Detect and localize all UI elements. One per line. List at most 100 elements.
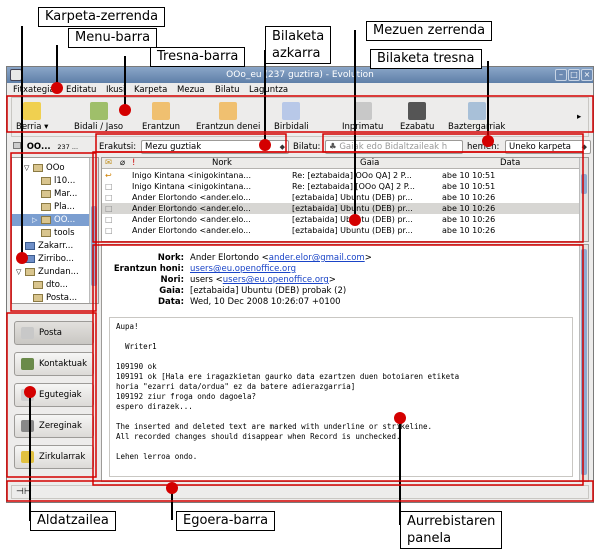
printer-icon (353, 102, 372, 120)
attachment-column-icon[interactable]: ⌀ (120, 158, 125, 169)
to-email-link[interactable]: users@eu.openoffice.org (223, 275, 329, 285)
menu-folder[interactable]: Karpeta (134, 84, 167, 96)
folder-icon (41, 228, 51, 237)
scrollbar-thumb[interactable] (91, 206, 97, 286)
folder-tree-item[interactable]: Posta... (12, 292, 90, 304)
folder-name: Posta... (46, 293, 78, 303)
switcher-memos[interactable]: Zirkularrak (14, 445, 94, 469)
expander-icon[interactable]: ▽ (16, 266, 25, 278)
from-label: Nork: (157, 253, 184, 263)
read-status-icon[interactable]: □ (105, 214, 113, 225)
menu-message[interactable]: Mezua (177, 84, 205, 96)
folder-tree-item[interactable]: ▽ Zundan... (12, 266, 90, 278)
folder-icon (25, 267, 35, 276)
folder-tree-item[interactable]: dto... (12, 279, 90, 291)
app-icon (10, 69, 22, 81)
reply-all-button[interactable]: Erantzun denei (196, 102, 260, 132)
tasks-icon (21, 420, 34, 432)
read-status-icon[interactable]: □ (105, 203, 113, 214)
print-button[interactable]: Inprimatu (342, 102, 383, 132)
menu-edit[interactable]: Editatu (66, 84, 96, 96)
switcher-mail[interactable]: Posta (14, 321, 94, 345)
switcher-calendars[interactable]: Egutegiak (14, 383, 94, 407)
contacts-icon (21, 358, 34, 370)
read-status-icon[interactable]: □ (105, 225, 113, 236)
folder-tree: ▽ OOo l10... Mar... Pla... ▷ OO... tools Zakarr.… (11, 157, 99, 304)
message-row[interactable]: □ Ander Elortondo <ander.elo... [eztabaida… (102, 203, 580, 214)
from-email-link[interactable]: ander.elor@gmail.com (269, 253, 365, 263)
search-options-icon[interactable]: ♣ (329, 142, 337, 152)
new-button[interactable]: Berria ▾ (16, 102, 48, 132)
message-row[interactable]: □ Ander Elortondo <ander.elo... [eztabaida… (102, 225, 580, 236)
dropdown-arrow-icon: ◆ (581, 143, 587, 151)
switcher-tasks[interactable]: Zereginak (14, 414, 94, 438)
folder-name: OO... (54, 215, 76, 225)
folder-tree-item[interactable]: Zirribo... (12, 253, 90, 265)
maximize-button[interactable]: □ (568, 69, 580, 81)
message-row[interactable]: □ Ander Elortondo <ander.elo... [eztabaida… (102, 214, 580, 225)
folder-name: Pla... (54, 202, 75, 212)
folder-tree-scrollbar[interactable] (89, 158, 98, 303)
quick-search-input[interactable]: ♣ Gaiak edo Bidaltzaileak h (325, 140, 463, 154)
message-row[interactable]: □ Ander Elortondo <ander.elo... [eztabaida… (102, 192, 580, 203)
column-date[interactable]: Data (500, 158, 520, 169)
reply-button[interactable]: Erantzun (142, 102, 180, 132)
toolbar-overflow-icon[interactable]: ▸ (577, 110, 581, 124)
folder-tree-item[interactable]: ▽ OOo (12, 162, 90, 174)
preview-scrollbar[interactable] (579, 245, 588, 481)
column-from[interactable]: Nork (212, 158, 232, 169)
message-date: abe 10 10:26 (442, 193, 496, 202)
column-subject[interactable]: Gaia (360, 158, 379, 169)
junk-icon (467, 102, 486, 120)
message-list: ✉ ⌀ ! Nork Gaia Data ↩ Inigo Kintana <ini… (101, 157, 589, 242)
expander-icon[interactable]: ▷ (32, 214, 41, 226)
close-button[interactable]: × (581, 69, 593, 81)
scrollbar-thumb[interactable] (581, 249, 587, 475)
message-row[interactable]: □ Inigo Kintana <inigokintana... Re: [ezta… (102, 181, 580, 192)
menu-view[interactable]: Ikusi (106, 84, 125, 96)
message-list-scrollbar[interactable] (579, 158, 588, 241)
folder-tree-item[interactable]: Zakarr... (12, 240, 90, 252)
folder-tree-item[interactable]: l10... (12, 175, 90, 187)
folder-tree-item[interactable]: ▷ OO... (12, 214, 90, 226)
replied-icon[interactable]: ↩ (105, 170, 112, 181)
callout-tresna-barra: Tresna-barra (150, 47, 246, 67)
send-receive-button[interactable]: Bidali / Jaso (74, 102, 123, 132)
flag-column-icon[interactable]: ! (132, 158, 135, 169)
from-value: Ander Elortondo <ander.elor@gmail.com> (190, 253, 372, 263)
title-bar: OOo_eu (237 guztira) - Evolution – □ × (7, 67, 593, 83)
callout-mezuen-zerrenda: Mezuen zerrenda (366, 21, 493, 41)
search-scope-dropdown[interactable]: Uneko karpeta ◆ (505, 140, 591, 154)
folder-tree-item[interactable]: Pla... (12, 201, 90, 213)
message-date: abe 10 10:51 (442, 182, 496, 191)
message-body[interactable]: Aupa! Writer1 109190 ok 109191 ok [Hala … (109, 317, 573, 477)
folder-tree-item[interactable]: Mar... (12, 188, 90, 200)
message-date: abe 10 10:26 (442, 204, 496, 213)
message-date: abe 10 10:26 (442, 215, 496, 224)
switcher-contacts[interactable]: Kontaktuak (14, 352, 94, 376)
forward-button[interactable]: Birbidali (274, 102, 309, 132)
status-column-icon[interactable]: ✉ (105, 158, 112, 169)
callout-aldatzailea: Aldatzailea (30, 511, 116, 531)
date-label: Data: (158, 297, 184, 307)
connection-status-icon[interactable]: ⊣⊢ (16, 485, 32, 499)
expander-icon[interactable]: ▽ (24, 162, 33, 174)
send-receive-icon (89, 102, 108, 120)
read-status-icon[interactable]: □ (105, 192, 113, 203)
not-junk-button[interactable]: Baztergarriak (448, 102, 505, 132)
status-bar: ⊣⊢ (11, 485, 589, 499)
menu-help[interactable]: Laguntza (249, 84, 288, 96)
menu-file[interactable]: Fitxategia (13, 84, 55, 96)
forward-icon (282, 102, 301, 120)
scrollbar-thumb[interactable] (581, 174, 587, 194)
reply-to-email-link[interactable]: users@eu.openoffice.org (190, 264, 296, 274)
menu-search[interactable]: Bilatu (215, 84, 239, 96)
show-filter-dropdown[interactable]: Mezu guztiak ◆ (141, 140, 289, 154)
folder-tree-item[interactable]: tools (12, 227, 90, 239)
folder-name: Mar... (54, 189, 78, 199)
minimize-button[interactable]: – (555, 69, 567, 81)
read-status-icon[interactable]: □ (105, 181, 113, 192)
folder-icon (25, 254, 35, 263)
message-row[interactable]: ↩ Inigo Kintana <inigokintana... Re: [ezta… (102, 170, 580, 181)
delete-button[interactable]: Ezabatu (400, 102, 434, 132)
